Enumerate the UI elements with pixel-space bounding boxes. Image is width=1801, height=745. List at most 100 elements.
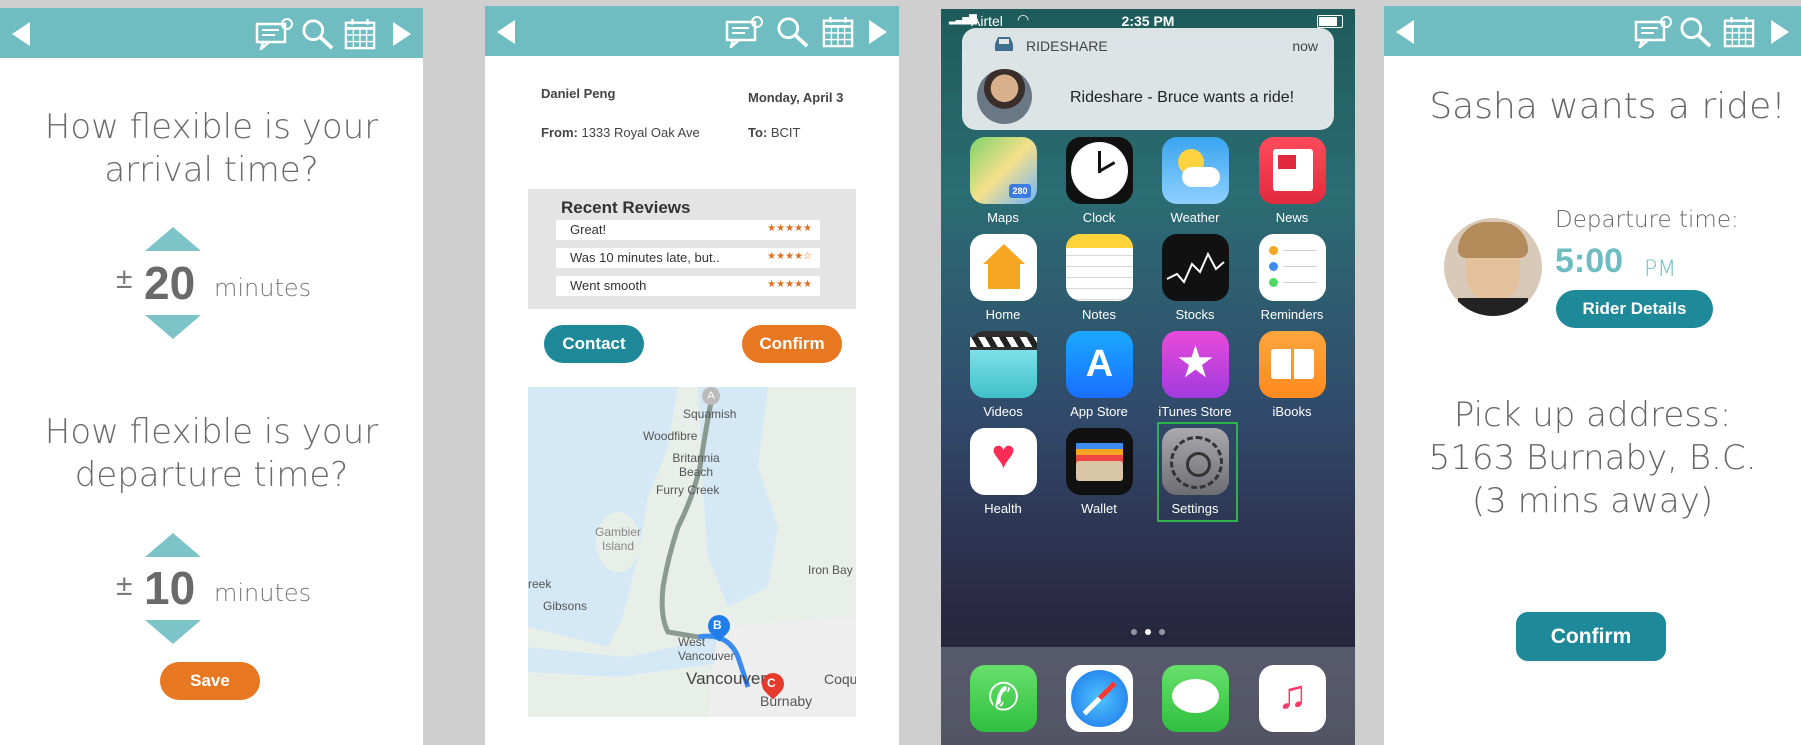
app-label: Clock [1082,210,1116,225]
pickup-eta: (3 mins away) [1471,481,1714,521]
app-label: Videos [983,404,1023,419]
back-arrow-icon[interactable] [1396,20,1414,44]
notification-app-name: RIDESHARE [1026,38,1108,54]
confirm-button[interactable]: Confirm [1516,612,1666,661]
music-app-icon[interactable]: ♫ [1259,665,1326,732]
chat-notification-icon[interactable] [725,16,763,48]
rider-details-button[interactable]: Rider Details [1556,290,1713,328]
weather-app-icon[interactable] [1162,137,1229,204]
search-icon[interactable] [300,18,336,50]
car-icon [995,37,1013,51]
safari-app-icon[interactable] [1066,665,1133,732]
map-label: Iron Bay [808,563,853,577]
search-icon[interactable] [775,16,811,48]
back-arrow-icon[interactable] [497,20,515,44]
contact-button[interactable]: Contact [544,325,644,363]
stocks-app-icon[interactable] [1162,234,1229,301]
sender-avatar [977,69,1032,124]
departure-increase-arrow[interactable] [145,533,201,557]
dock: ✆ ♫ [941,647,1355,745]
route-map[interactable]: Squamish Woodfibre Britannia Beach Furry… [528,387,856,717]
maps-app-icon[interactable]: 280 [970,137,1037,204]
highway-badge: 280 [1009,184,1031,198]
map-label: Gibsons [543,599,588,613]
notes-app-icon[interactable] [1066,234,1133,301]
review-row[interactable]: Great! ★★★★★ [556,220,820,240]
news-app-icon[interactable] [1259,137,1326,204]
confirm-button[interactable]: Confirm [742,325,842,363]
rideshare-notification[interactable]: RIDESHARE now Rideshare - Bruce wants a … [962,28,1334,130]
health-app-icon[interactable]: ♥ [970,428,1037,495]
top-nav-bar [0,8,423,58]
calendar-icon[interactable] [1722,16,1756,48]
notification-message: Rideshare - Bruce wants a ride! [1070,89,1295,106]
from-label: From: [541,125,578,140]
app-store-icon[interactable]: A [1066,331,1133,398]
itunes-store-icon[interactable]: ★ [1162,331,1229,398]
ride-request-screen: Sasha wants a ride! Departure time: 5:00… [1384,6,1801,745]
star-rating: ★★★★★ [767,279,812,290]
flexibility-screen: How flexible is your arrival time? ± 20 … [0,8,423,745]
forward-arrow-icon[interactable] [393,22,411,46]
forward-arrow-icon[interactable] [1771,20,1789,44]
app-label: Health [984,501,1022,516]
app-label: iTunes Store [1158,404,1232,419]
app-label: Stocks [1175,307,1215,322]
map-label: Britannia Beach [672,451,720,479]
top-nav-bar [485,6,899,56]
ibooks-icon[interactable] [1259,331,1326,398]
settings-app-icon[interactable] [1162,428,1229,495]
recent-reviews-panel: Recent Reviews Great! ★★★★★ Was 10 minut… [528,189,856,309]
battery-icon [1317,15,1343,28]
map-label: Woodfibre [643,429,698,443]
calendar-icon[interactable] [343,18,377,50]
departure-time: 5:00 [1555,242,1624,280]
app-label: Reminders [1260,307,1324,322]
to-value: BCIT [770,125,801,140]
departure-question: How flexible is your departure time? [44,412,379,495]
save-button[interactable]: Save [160,662,260,700]
arrival-decrease-arrow[interactable] [145,315,201,339]
app-label: Maps [987,210,1019,225]
app-label: iBooks [1272,404,1312,419]
map-label: Burnaby [760,693,813,709]
search-icon[interactable] [1678,16,1714,48]
page-dot [1131,629,1137,635]
calendar-icon[interactable] [821,16,855,48]
app-label: News [1275,210,1309,225]
marker-c-label: C [767,676,776,690]
departure-label: Departure time: [1555,207,1739,233]
arrival-increase-arrow[interactable] [145,227,201,251]
marker-a-icon[interactable]: A [702,387,720,405]
wallet-app-icon[interactable] [1066,428,1133,495]
star-rating: ★★★★★ [767,223,812,234]
app-label: Wallet [1081,501,1117,516]
reminders-app-icon[interactable] [1259,234,1326,301]
from-value: 1333 Royal Oak Ave [581,125,700,140]
messages-app-icon[interactable] [1162,665,1229,732]
review-row[interactable]: Was 10 minutes late, but.. ★★★★☆ [556,248,820,268]
iphone-home-screen: ▂▃▅▇ Airtel ◠ 2:35 PM RIDESHARE now Ride… [941,9,1355,745]
rider-avatar [1444,218,1542,316]
clock-app-icon[interactable] [1066,137,1133,204]
notification-time: now [1292,38,1318,54]
chat-notification-icon[interactable] [1634,16,1672,48]
home-app-icon[interactable] [970,234,1037,301]
phone-app-icon[interactable]: ✆ [970,665,1037,732]
forward-arrow-icon[interactable] [869,20,887,44]
back-arrow-icon[interactable] [12,22,30,46]
page-dot-active [1145,629,1151,635]
app-label: Home [985,307,1021,322]
pickup-street: 5163 Burnaby, B.C. [1428,438,1757,478]
arrival-plus-minus: ± [116,262,133,295]
map-label: Gambier Island [594,525,641,553]
review-row[interactable]: Went smooth ★★★★★ [556,276,820,296]
review-text: Went smooth [570,278,647,293]
videos-app-icon[interactable] [970,331,1037,398]
review-text: Was 10 minutes late, but.. [570,250,720,265]
pickup-address: Pick up address: 5163 Burnaby, B.C. (3 m… [1384,394,1801,523]
departure-decrease-arrow[interactable] [145,620,201,644]
to-address: To: BCIT [748,125,801,140]
top-nav-bar [1384,6,1801,56]
chat-notification-icon[interactable] [255,18,293,50]
